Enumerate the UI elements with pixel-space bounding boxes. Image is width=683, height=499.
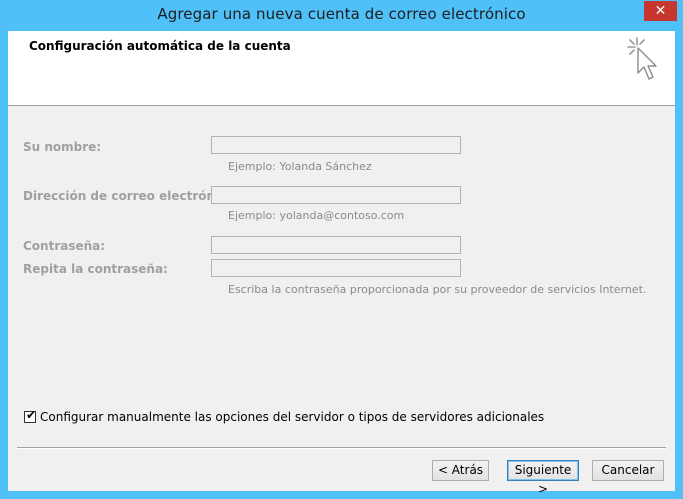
window-title: Agregar una nueva cuenta de correo elect…	[157, 5, 526, 23]
password-repeat-label: Repita la contraseña:	[23, 262, 168, 276]
email-label: Dirección de correo electrónico:	[23, 189, 240, 203]
page-title: Configuración automática de la cuenta	[29, 39, 291, 53]
wizard-cursor-icon	[627, 37, 657, 80]
title-bar[interactable]: Agregar una nueva cuenta de correo elect…	[0, 0, 683, 31]
close-button[interactable]: ✕	[644, 1, 677, 21]
close-icon: ✕	[654, 3, 667, 19]
cancel-button[interactable]: Cancelar	[592, 460, 664, 481]
password-repeat-field[interactable]	[211, 259, 461, 277]
email-hint: Ejemplo: yolanda@contoso.com	[228, 209, 405, 222]
name-field[interactable]	[211, 136, 461, 154]
name-hint: Ejemplo: Yolanda Sánchez	[228, 160, 372, 173]
dialog-content: Configuración automática de la cuenta Su…	[8, 31, 675, 496]
next-button[interactable]: Siguiente >	[507, 460, 579, 496]
checkmark-icon: ✔	[26, 408, 37, 422]
dialog-window: Agregar una nueva cuenta de correo elect…	[0, 0, 683, 499]
manual-config-checkbox[interactable]: ✔	[24, 408, 37, 423]
password-label: Contraseña:	[23, 239, 106, 253]
name-label: Su nombre:	[23, 140, 102, 154]
button-divider	[17, 447, 666, 449]
wizard-header: Configuración automática de la cuenta	[8, 31, 675, 106]
email-field[interactable]	[211, 186, 461, 204]
manual-config-label[interactable]: Configurar manualmente las opciones del …	[40, 410, 544, 424]
password-hint: Escriba la contraseña proporcionada por …	[228, 283, 647, 296]
back-button[interactable]: < Atrás	[432, 460, 489, 481]
password-field[interactable]	[211, 236, 461, 254]
